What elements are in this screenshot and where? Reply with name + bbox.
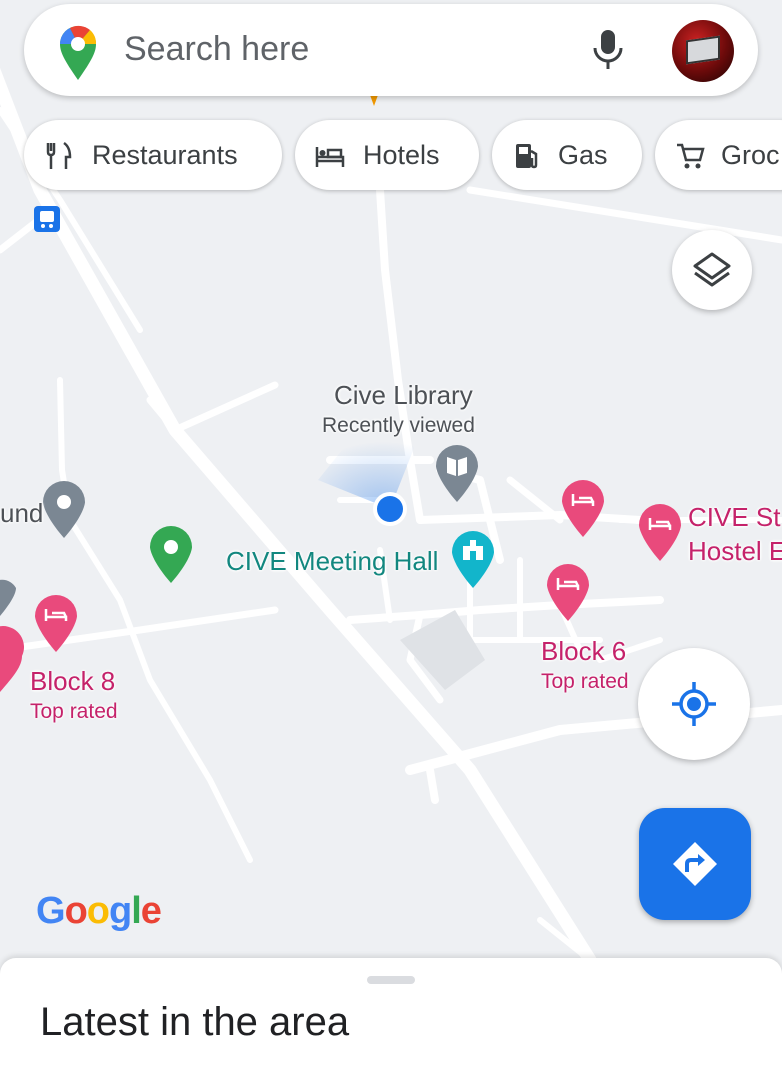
sheet-title: Latest in the area [40, 1000, 350, 1044]
search-bar[interactable]: Search here [24, 4, 758, 96]
chip-label: Restaurants [92, 140, 238, 170]
grocery-cart-icon [677, 143, 705, 169]
chip-groceries[interactable]: Groc [655, 120, 782, 190]
chip-label: Groc [721, 140, 780, 170]
place-label-hostel-line2[interactable]: Hostel E [688, 536, 782, 567]
gas-station-icon [516, 144, 538, 169]
bottom-sheet[interactable]: Latest in the area [0, 958, 782, 1080]
place-sublabel-block6: Top rated [541, 670, 629, 693]
microphone-icon[interactable] [590, 28, 626, 72]
place-label-block8[interactable]: Block 8 [30, 666, 115, 697]
bus-stop-icon [34, 206, 60, 232]
search-input[interactable]: Search here [124, 30, 309, 69]
category-chips: Restaurants Hotels Gas Groc [0, 120, 782, 192]
layers-icon [693, 252, 731, 287]
hotel-icon [315, 147, 345, 167]
drag-handle[interactable] [367, 976, 415, 984]
restaurant-icon [46, 141, 72, 169]
directions-button[interactable] [639, 808, 751, 920]
maps-logo-icon [60, 25, 97, 80]
account-avatar[interactable] [672, 20, 734, 82]
directions-icon [673, 842, 717, 886]
chip-label: Hotels [363, 140, 440, 170]
place-label-hostel-line1[interactable]: CIVE St [688, 502, 780, 533]
layers-button[interactable] [672, 230, 752, 310]
chip-gas[interactable]: Gas [492, 120, 642, 190]
chip-restaurants[interactable]: Restaurants [24, 120, 282, 190]
google-logo: Google [36, 890, 162, 932]
place-sublabel-block8: Top rated [30, 700, 118, 723]
chip-label: Gas [558, 140, 608, 170]
chip-hotels[interactable]: Hotels [295, 120, 479, 190]
place-sublabel-recently-viewed: Recently viewed [322, 414, 475, 437]
place-label-partial[interactable]: und [0, 498, 43, 529]
my-location-button[interactable] [638, 648, 750, 760]
place-label-block6[interactable]: Block 6 [541, 636, 626, 667]
my-location-icon [672, 682, 716, 726]
place-label-cive-library[interactable]: Cive Library [334, 380, 473, 411]
place-label-cive-meeting-hall[interactable]: CIVE Meeting Hall [226, 546, 438, 577]
